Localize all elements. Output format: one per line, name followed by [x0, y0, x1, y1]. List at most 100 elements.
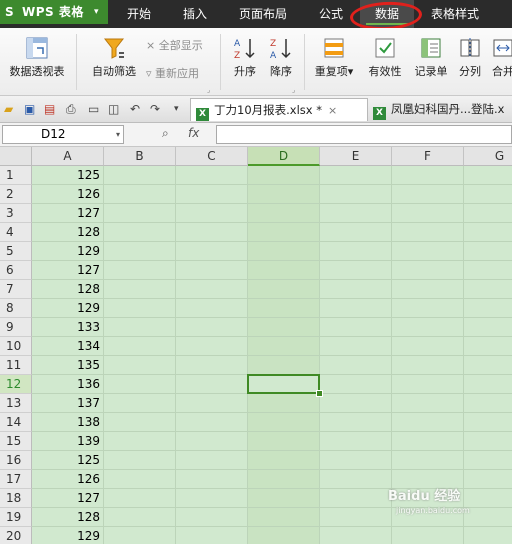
export-pdf-icon[interactable]: ▤	[44, 101, 55, 117]
cell-a3[interactable]: 127	[32, 204, 100, 222]
row-header-17[interactable]: 17	[0, 470, 32, 489]
column-header-d[interactable]: D	[248, 147, 320, 166]
cell-a17[interactable]: 126	[32, 470, 100, 488]
undo-icon[interactable]: ↶	[130, 101, 140, 117]
cell-a14[interactable]: 138	[32, 413, 100, 431]
chevron-down-icon: ▾	[347, 65, 354, 78]
customize-dropdown-icon[interactable]: ▾	[174, 101, 179, 117]
auto-filter-button[interactable]: 自动筛选	[86, 36, 142, 79]
app-menu-button[interactable]: S WPS 表格 ▾	[0, 0, 108, 24]
tab-document-2[interactable]: X 凤凰妇科国丹...登陆.x	[368, 98, 512, 120]
cell-a5[interactable]: 129	[32, 242, 100, 260]
split-column-button[interactable]: 分列	[454, 36, 486, 79]
filter-group-launcher-icon[interactable]: ⌟	[207, 86, 210, 94]
cell-a1[interactable]: 125	[32, 166, 100, 184]
fill-handle[interactable]	[316, 390, 323, 397]
column-header-e[interactable]: E	[320, 147, 392, 166]
record-form-icon	[421, 38, 441, 58]
menu-data[interactable]: 数据	[360, 0, 414, 28]
cell-area[interactable]: 125 126 127 128 129 127 128 129 133 134 135 136 137 1…	[32, 166, 512, 544]
merge-button[interactable]: 合并	[488, 36, 512, 79]
name-box[interactable]: D12 ▾	[2, 125, 124, 144]
cell-a16[interactable]: 125	[32, 451, 100, 469]
row-header-20[interactable]: 20	[0, 527, 32, 544]
reapply-button[interactable]: ▿ 重新应用	[146, 65, 199, 81]
column-header-g[interactable]: G	[464, 147, 512, 166]
cell-a20[interactable]: 129	[32, 527, 100, 544]
column-header-a[interactable]: A	[32, 147, 104, 166]
row-header-2[interactable]: 2	[0, 185, 32, 204]
row-header-4[interactable]: 4	[0, 223, 32, 242]
column-header-f[interactable]: F	[392, 147, 464, 166]
menu-formulas[interactable]: 公式	[304, 0, 358, 28]
row-header-19[interactable]: 19	[0, 508, 32, 527]
row-header-8[interactable]: 8	[0, 299, 32, 318]
tab-document-1[interactable]: X 丁力10月报表.xlsx * ×	[190, 98, 368, 121]
cell-a4[interactable]: 128	[32, 223, 100, 241]
save-icon[interactable]: ▣	[24, 101, 35, 117]
cell-a6[interactable]: 127	[32, 261, 100, 279]
merge-icon	[493, 39, 512, 57]
row-header-10[interactable]: 10	[0, 337, 32, 356]
cell-a19[interactable]: 128	[32, 508, 100, 526]
format-painter-icon[interactable]: ◫	[108, 101, 119, 117]
row-header-6[interactable]: 6	[0, 261, 32, 280]
cell-a12[interactable]: 136	[32, 375, 100, 393]
menu-insert[interactable]: 插入	[168, 0, 222, 28]
cell-a11[interactable]: 135	[32, 356, 100, 374]
row-header-15[interactable]: 15	[0, 432, 32, 451]
cell-a15[interactable]: 139	[32, 432, 100, 450]
formula-input[interactable]	[216, 125, 512, 144]
insert-function-icon[interactable]: fx	[188, 126, 199, 140]
redo-icon[interactable]: ↷	[150, 101, 160, 117]
row-header-18[interactable]: 18	[0, 489, 32, 508]
auto-filter-label: 自动筛选	[92, 65, 136, 78]
sort-ascending-button[interactable]: A Z 升序	[228, 36, 262, 79]
row-header-13[interactable]: 13	[0, 394, 32, 413]
record-form-button[interactable]: 记录单	[410, 36, 452, 79]
show-all-button[interactable]: ⨯ 全部显示	[146, 37, 203, 53]
grid-line	[32, 507, 512, 508]
folder-open-icon[interactable]: ▰	[4, 101, 13, 117]
column-header-b[interactable]: B	[104, 147, 176, 166]
menu-table-style[interactable]: 表格样式	[418, 0, 492, 28]
row-header-7[interactable]: 7	[0, 280, 32, 299]
active-cell[interactable]	[247, 374, 320, 394]
row-header-16[interactable]: 16	[0, 451, 32, 470]
pivot-table-button[interactable]: 数据透视表	[4, 36, 70, 79]
row-header-3[interactable]: 3	[0, 204, 32, 223]
cell-a10[interactable]: 134	[32, 337, 100, 355]
close-tab-icon[interactable]: ×	[328, 104, 337, 117]
duplicates-button[interactable]: 重复项▾	[308, 36, 360, 79]
print-preview-icon[interactable]: ▭	[88, 101, 99, 117]
pivot-table-label: 数据透视表	[9, 65, 65, 78]
grid-line	[32, 355, 512, 356]
cell-a2[interactable]: 126	[32, 185, 100, 203]
row-header-11[interactable]: 11	[0, 356, 32, 375]
chevron-down-icon: ▾	[94, 7, 99, 17]
print-icon[interactable]: ⎙	[66, 101, 76, 117]
menu-home[interactable]: 开始	[112, 0, 166, 28]
cell-a13[interactable]: 137	[32, 394, 100, 412]
row-header-12[interactable]: 12	[0, 375, 32, 394]
grid-line	[32, 526, 512, 527]
sort-descending-icon: Z A	[270, 39, 291, 60]
cell-a18[interactable]: 127	[32, 489, 100, 507]
cell-a7[interactable]: 128	[32, 280, 100, 298]
row-header-1[interactable]: 1	[0, 166, 32, 185]
row-header-5[interactable]: 5	[0, 242, 32, 261]
menu-page-layout[interactable]: 页面布局	[228, 0, 298, 28]
ribbon-separator	[76, 34, 77, 90]
validation-button[interactable]: 有效性	[364, 36, 406, 79]
cell-a9[interactable]: 133	[32, 318, 100, 336]
sort-group-launcher-icon[interactable]: ⌟	[292, 86, 295, 94]
chevron-down-icon[interactable]: ▾	[116, 126, 120, 143]
svg-text:A: A	[270, 51, 277, 60]
row-header-14[interactable]: 14	[0, 413, 32, 432]
select-all-corner[interactable]	[0, 147, 32, 166]
zoom-icon[interactable]: ⌕	[162, 126, 169, 141]
column-header-c[interactable]: C	[176, 147, 248, 166]
sort-descending-button[interactable]: Z A 降序	[264, 36, 298, 79]
row-header-9[interactable]: 9	[0, 318, 32, 337]
cell-a8[interactable]: 129	[32, 299, 100, 317]
